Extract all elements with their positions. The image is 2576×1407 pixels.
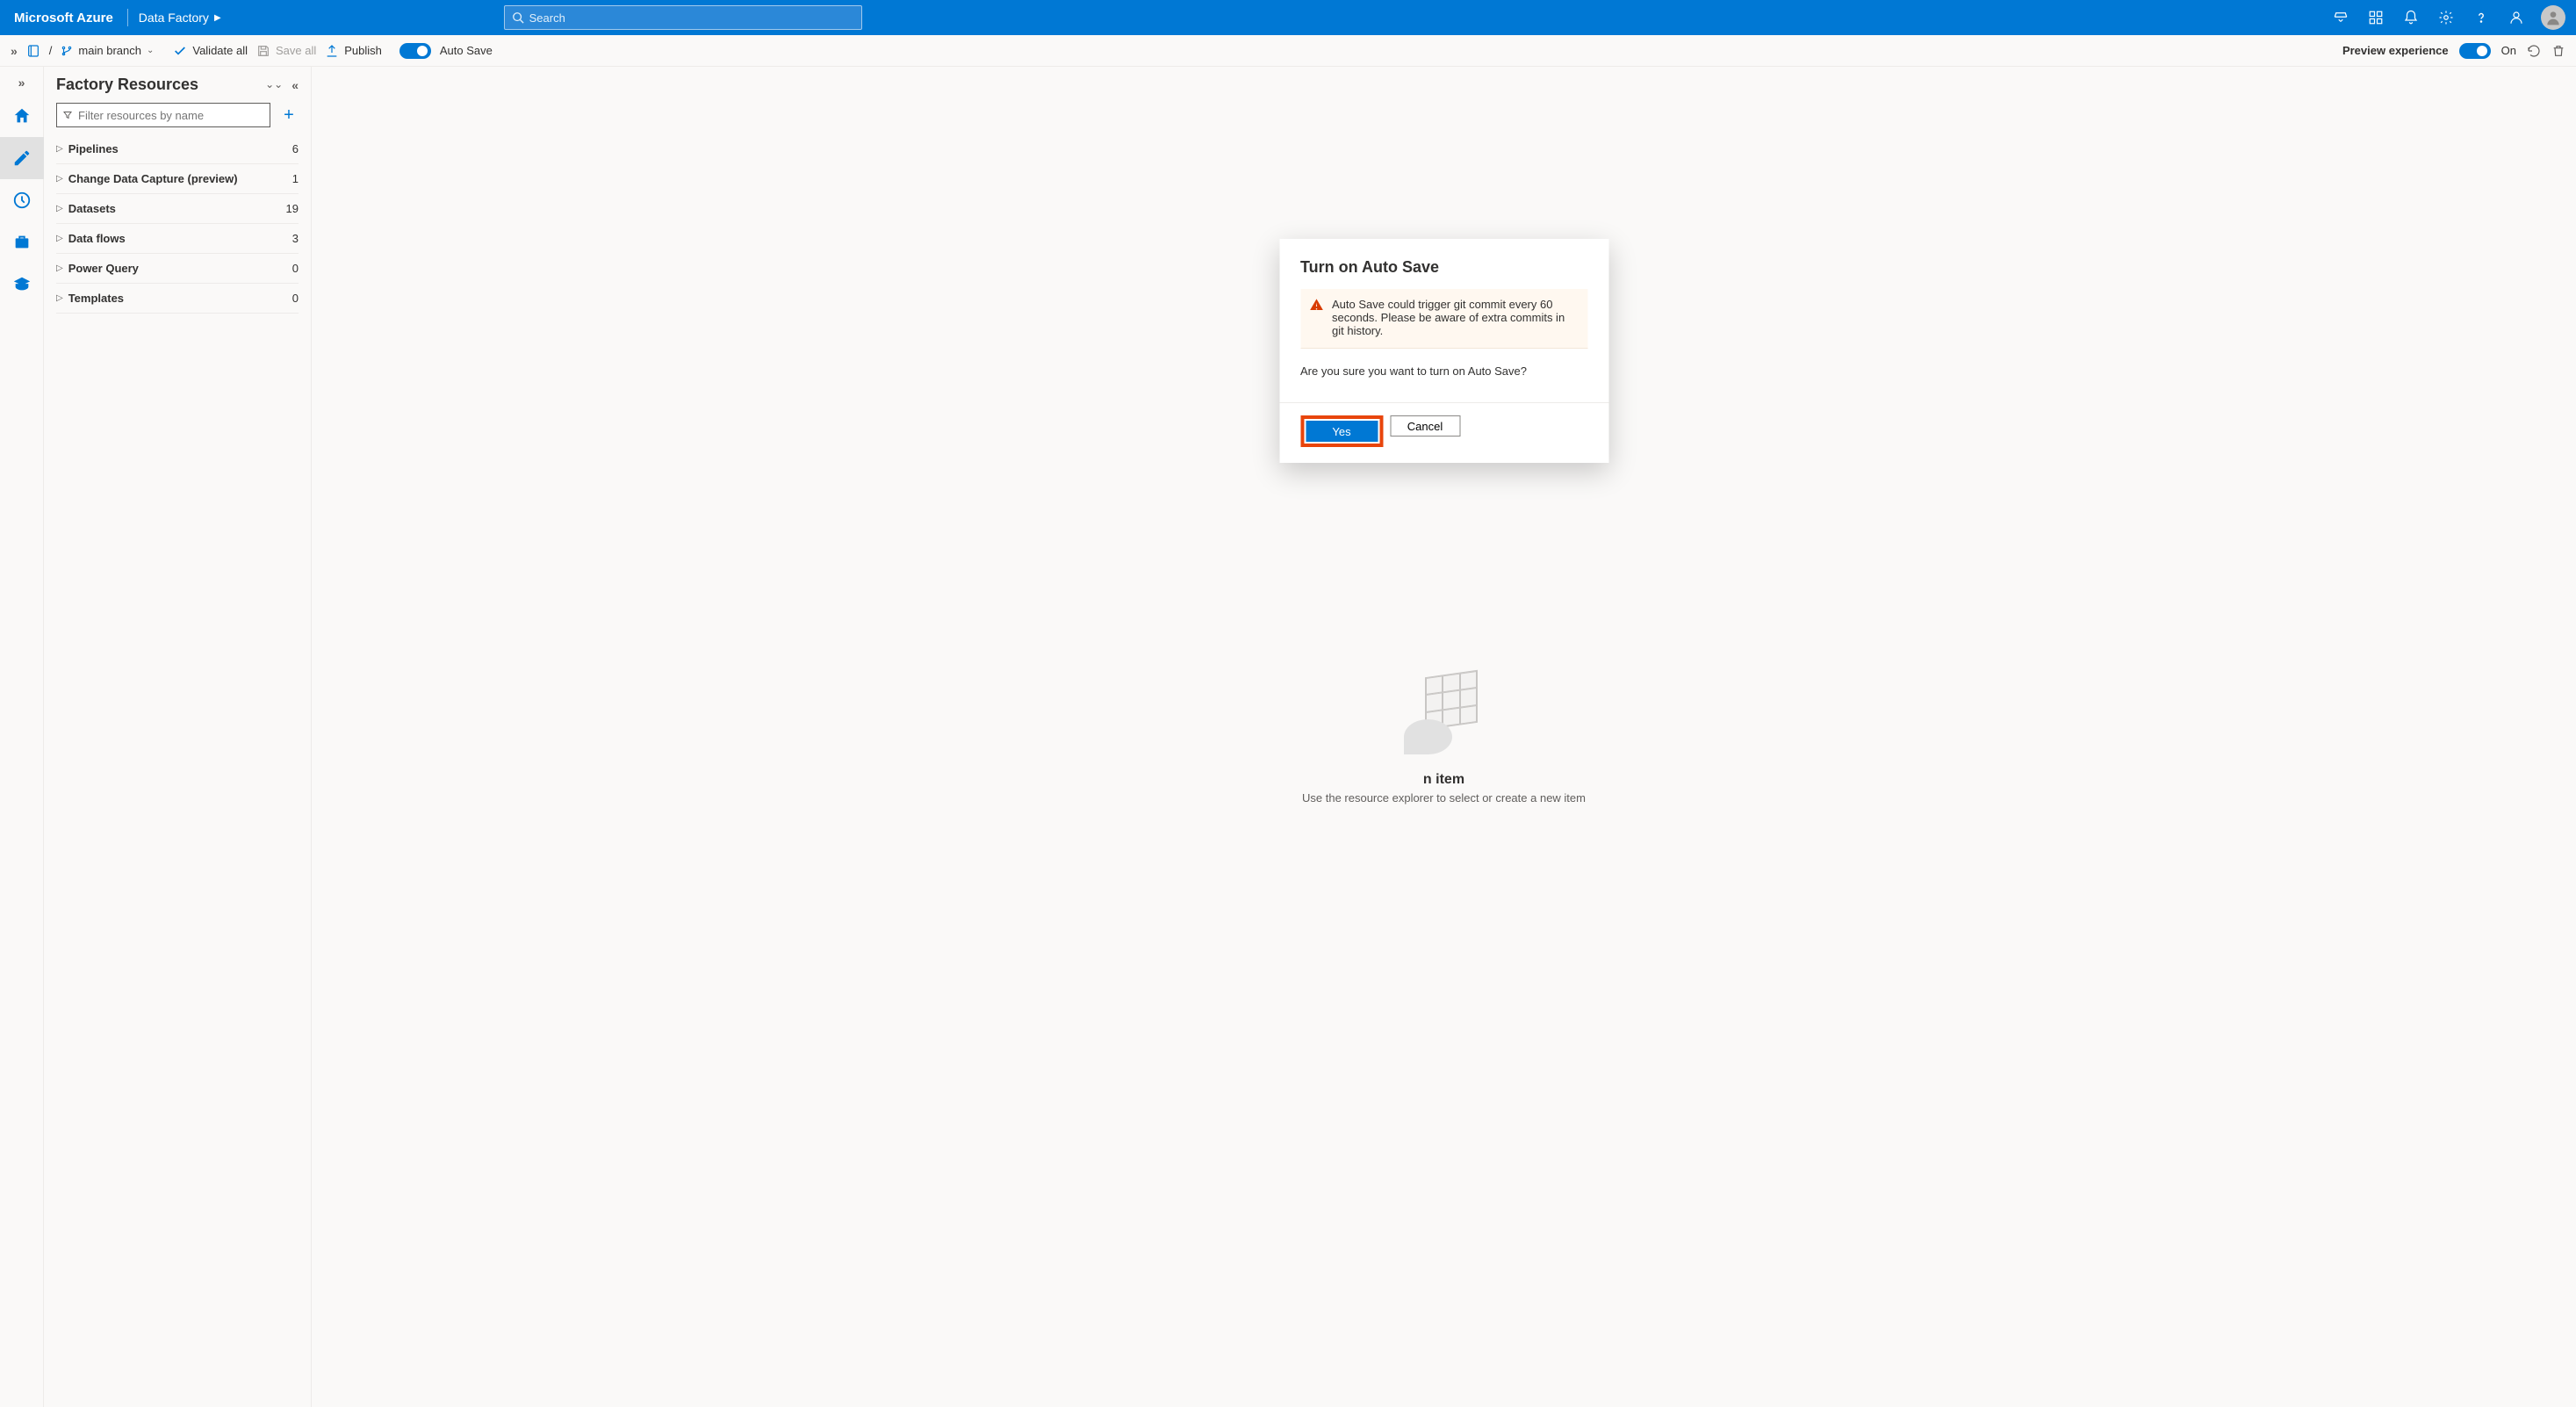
preview-state: On	[2501, 44, 2516, 57]
preview-toggle[interactable]	[2459, 43, 2491, 59]
header-icons	[2323, 0, 2576, 35]
help-icon[interactable]	[2464, 0, 2499, 35]
nav-manage[interactable]	[0, 221, 44, 263]
resource-row-pipelines[interactable]: ▷ Pipelines 6	[56, 134, 299, 164]
filter-input[interactable]	[78, 109, 264, 122]
chevron-right-icon: ▶	[214, 13, 221, 23]
cloud-shell-icon[interactable]	[2323, 0, 2358, 35]
resource-name: Change Data Capture (preview)	[68, 172, 238, 185]
refresh-icon[interactable]	[2527, 44, 2541, 58]
auto-save-toggle[interactable]	[399, 43, 431, 59]
search-wrap	[504, 5, 862, 30]
settings-icon[interactable]	[2428, 0, 2464, 35]
filter-icon	[62, 110, 73, 120]
search-input[interactable]	[529, 11, 854, 25]
add-resource-button[interactable]: +	[279, 105, 299, 125]
resource-count: 0	[292, 262, 299, 275]
auto-save-label: Auto Save	[440, 44, 493, 57]
chevron-right-icon: ▷	[56, 293, 63, 303]
brand[interactable]: Microsoft Azure	[0, 11, 127, 25]
modal-question: Are you sure you want to turn on Auto Sa…	[1300, 364, 1587, 378]
resource-name: Pipelines	[68, 142, 119, 155]
slash: /	[49, 44, 53, 57]
resource-name: Data flows	[68, 232, 126, 245]
resource-name: Datasets	[68, 202, 116, 215]
chevron-right-icon: ▷	[56, 234, 63, 243]
nav-monitor[interactable]	[0, 179, 44, 221]
delete-icon[interactable]	[2551, 44, 2565, 58]
check-icon	[173, 44, 187, 58]
resource-panel: Factory Resources ⌄⌄ « + ▷ Pipelines 6 ▷ C…	[44, 67, 312, 1407]
resource-panel-title: Factory Resources	[56, 76, 198, 94]
cancel-button[interactable]: Cancel	[1390, 415, 1460, 437]
nav-learn[interactable]	[0, 263, 44, 306]
warning-box: Auto Save could trigger git commit every…	[1300, 289, 1587, 349]
resource-count: 1	[292, 172, 299, 185]
resource-count: 19	[286, 202, 299, 215]
chevron-right-icon: ▷	[56, 174, 63, 184]
left-nav: »	[0, 67, 44, 1407]
save-icon	[256, 44, 270, 58]
nav-home[interactable]	[0, 95, 44, 137]
collapse-panel-icon[interactable]: «	[291, 78, 299, 92]
chevron-right-icon: ▷	[56, 144, 63, 154]
warning-icon	[1309, 298, 1323, 312]
yes-button[interactable]: Yes	[1306, 421, 1378, 442]
resource-row-powerquery[interactable]: ▷ Power Query 0	[56, 254, 299, 284]
resource-count: 6	[292, 142, 299, 155]
resource-row-templates[interactable]: ▷ Templates 0	[56, 284, 299, 314]
nav-author[interactable]	[0, 137, 44, 179]
publish-button[interactable]: Publish	[325, 44, 382, 58]
breadcrumb-label: Data Factory	[139, 11, 209, 25]
warning-text: Auto Save could trigger git commit every…	[1332, 298, 1565, 337]
repo-icon[interactable]	[26, 44, 40, 58]
yes-highlight-box: Yes	[1300, 415, 1383, 447]
branch-icon	[61, 45, 73, 57]
publish-label: Publish	[344, 44, 382, 57]
preview-label: Preview experience	[2342, 44, 2449, 57]
notifications-icon[interactable]	[2393, 0, 2428, 35]
validate-label: Validate all	[192, 44, 248, 57]
chevron-right-icon: ▷	[56, 204, 63, 213]
canvas: n item Use the resource explorer to sele…	[312, 67, 2576, 1407]
resource-row-cdc[interactable]: ▷ Change Data Capture (preview) 1	[56, 164, 299, 194]
modal-title: Turn on Auto Save	[1300, 258, 1587, 277]
save-all-label: Save all	[276, 44, 316, 57]
resource-count: 3	[292, 232, 299, 245]
collapse-nav-icon[interactable]: »	[0, 70, 43, 95]
filter-input-wrap[interactable]	[56, 103, 270, 127]
empty-subtitle: Use the resource explorer to select or c…	[1302, 791, 1586, 805]
branch-name: main branch	[78, 44, 141, 57]
search-icon	[512, 11, 524, 24]
validate-all-button[interactable]: Validate all	[173, 44, 248, 58]
resource-name: Power Query	[68, 262, 139, 275]
resource-list: ▷ Pipelines 6 ▷ Change Data Capture (previ…	[56, 134, 299, 314]
resource-row-datasets[interactable]: ▷ Datasets 19	[56, 194, 299, 224]
breadcrumb[interactable]: Data Factory ▶	[128, 11, 232, 25]
resource-count: 0	[292, 292, 299, 305]
collapse-toolbar-icon[interactable]: »	[11, 44, 18, 58]
empty-illustration	[1404, 670, 1483, 758]
collapse-down-icon[interactable]: ⌄⌄	[265, 78, 283, 92]
feedback-icon[interactable]	[2499, 0, 2534, 35]
main: » Factory Resources ⌄⌄ « + ▷ Pipelines 6	[0, 67, 2576, 1407]
empty-state: n item Use the resource explorer to sele…	[1302, 670, 1586, 805]
modal-footer: Yes Cancel	[1279, 402, 1608, 463]
resource-row-dataflows[interactable]: ▷ Data flows 3	[56, 224, 299, 254]
empty-title: n item	[1423, 772, 1464, 788]
azure-header: Microsoft Azure Data Factory ▶	[0, 0, 2576, 35]
resource-name: Templates	[68, 292, 124, 305]
save-all-button: Save all	[256, 44, 316, 58]
auto-save-modal: Turn on Auto Save Auto Save could trigge…	[1279, 239, 1608, 463]
directories-icon[interactable]	[2358, 0, 2393, 35]
global-search[interactable]	[504, 5, 862, 30]
upload-icon	[325, 44, 339, 58]
user-avatar[interactable]	[2541, 5, 2565, 30]
branch-selector[interactable]: main branch ⌄	[61, 44, 154, 57]
chevron-right-icon: ▷	[56, 263, 63, 273]
toolbar: » / main branch ⌄ Validate all Save all …	[0, 35, 2576, 67]
chevron-down-icon: ⌄	[147, 46, 154, 55]
